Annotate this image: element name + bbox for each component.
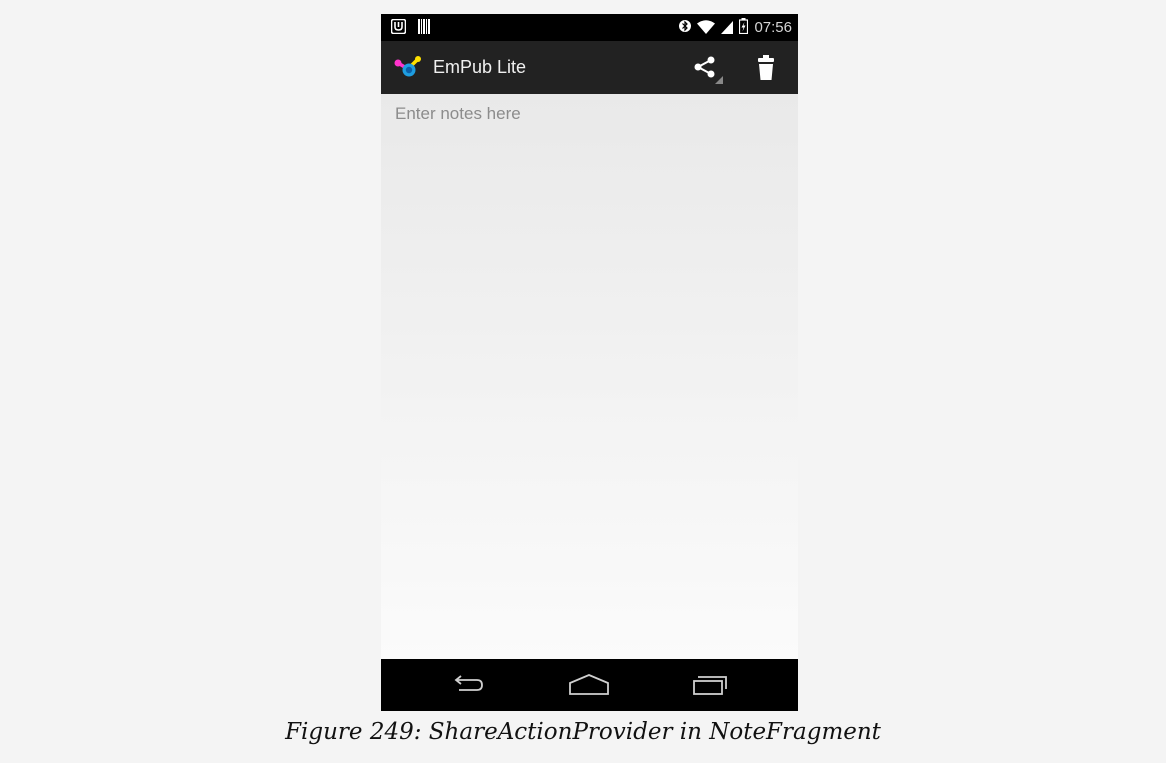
action-bar: EmPub Lite: [381, 41, 798, 94]
recents-icon: [693, 676, 727, 695]
figure-caption: Figure 249: ShareActionProvider in NoteF…: [285, 719, 881, 745]
notes-editor[interactable]: [381, 94, 798, 659]
barcode-icon: [418, 19, 430, 38]
notification-app-icon: [390, 18, 407, 38]
back-icon: [454, 675, 483, 691]
app-title: EmPub Lite: [433, 57, 527, 77]
share-button[interactable]: [689, 52, 729, 84]
home-button[interactable]: [561, 669, 617, 701]
delete-button[interactable]: [753, 54, 779, 82]
status-clock: 07:56: [754, 19, 792, 36]
status-system-icons: 07:56: [679, 18, 792, 38]
empub-logo-icon[interactable]: [393, 54, 423, 84]
device-screen: 07:56 EmPub Lite: [381, 14, 798, 711]
bluetooth-icon: [679, 18, 692, 38]
recents-button[interactable]: [681, 669, 737, 701]
share-icon: [694, 56, 723, 84]
status-notifications: [390, 18, 430, 38]
back-button[interactable]: [441, 669, 497, 701]
navigation-bar: [381, 659, 798, 711]
status-bar: 07:56: [381, 14, 798, 41]
wifi-icon: [697, 19, 716, 38]
signal-icon: [721, 19, 734, 38]
note-content-area: [381, 94, 798, 659]
trash-icon: [758, 55, 774, 80]
battery-charging-icon: [739, 18, 749, 38]
home-icon: [569, 674, 609, 695]
